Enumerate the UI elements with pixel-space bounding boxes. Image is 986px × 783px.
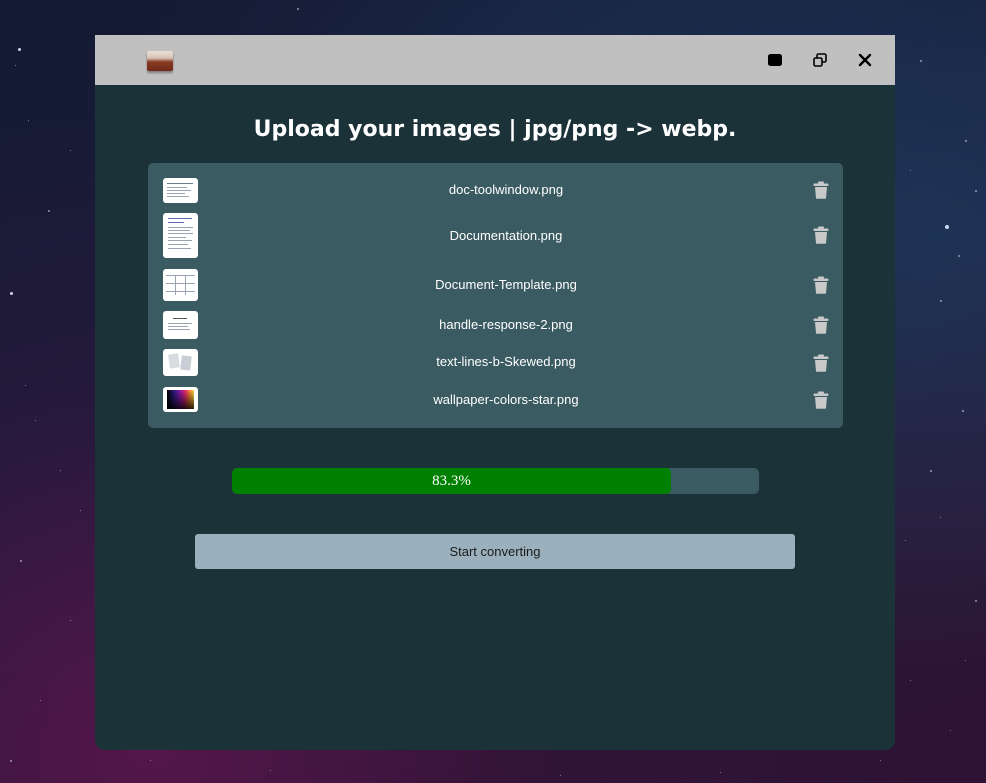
star [962, 410, 964, 412]
restore-button[interactable] [808, 48, 832, 72]
star [150, 760, 151, 761]
star [35, 420, 36, 421]
file-thumbnail-icon [163, 269, 198, 301]
star [910, 170, 911, 171]
trash-icon[interactable] [813, 391, 829, 409]
progress-label: 83.3% [432, 473, 471, 489]
star [965, 140, 967, 142]
star [720, 772, 721, 773]
star [880, 760, 881, 761]
file-name: doc-toolwindow.png [448, 182, 564, 197]
trash-icon[interactable] [813, 276, 829, 294]
star [940, 300, 942, 302]
star [930, 470, 932, 472]
trash-icon[interactable] [813, 316, 829, 334]
file-row: text-lines-b-Skewed.png [148, 349, 843, 376]
file-row: doc-toolwindow.png [148, 178, 843, 203]
file-name: wallpaper-colors-star.png [433, 392, 579, 407]
star [270, 770, 271, 771]
star [950, 730, 951, 731]
star [70, 150, 71, 151]
star [560, 775, 561, 776]
star [60, 470, 61, 471]
star [920, 60, 922, 62]
file-thumbnail-icon [163, 311, 198, 339]
trash-icon[interactable] [813, 354, 829, 372]
color-wallpaper-thumbnail-icon [163, 387, 198, 412]
minimize-icon [768, 54, 782, 66]
start-converting-button[interactable]: Start converting [195, 534, 795, 569]
star [70, 620, 71, 621]
star [940, 517, 941, 518]
file-name: handle-response-2.png [439, 317, 573, 332]
star [15, 65, 16, 66]
trash-icon[interactable] [813, 226, 829, 244]
star [10, 292, 13, 295]
star [28, 120, 29, 121]
star [25, 385, 26, 386]
app-window: Upload your images | jpg/png -> webp. do… [95, 35, 895, 750]
star [80, 510, 81, 511]
file-row: Documentation.png [148, 213, 843, 258]
page-title: Upload your images | jpg/png -> webp. [253, 117, 737, 142]
file-row: handle-response-2.png [148, 311, 843, 339]
star [975, 600, 977, 602]
star [18, 48, 21, 51]
star [910, 680, 911, 681]
restore-icon [813, 53, 827, 67]
file-list: doc-toolwindow.png Documentation.png Doc… [148, 163, 843, 428]
file-thumbnail-icon [163, 349, 198, 376]
title-bar[interactable] [95, 35, 895, 85]
star [297, 8, 299, 10]
close-icon [858, 53, 872, 67]
minimize-button[interactable] [763, 48, 787, 72]
star [48, 210, 50, 212]
file-thumbnail-icon [163, 213, 198, 258]
star [975, 190, 977, 192]
file-row: wallpaper-colors-star.png [148, 387, 843, 412]
star [965, 660, 966, 661]
file-thumbnail-icon [163, 178, 198, 203]
trash-icon[interactable] [813, 181, 829, 199]
app-image-icon [147, 51, 173, 71]
file-name: Documentation.png [449, 228, 563, 243]
star [40, 700, 41, 701]
file-name: text-lines-b-Skewed.png [436, 354, 576, 369]
star [20, 560, 22, 562]
close-button[interactable] [853, 48, 877, 72]
star [10, 760, 12, 762]
file-name: Document-Template.png [435, 277, 577, 292]
file-row: Document-Template.png [148, 269, 843, 301]
progress-bar: 83.3% [232, 468, 759, 494]
star [945, 225, 949, 229]
star [905, 540, 906, 541]
star [958, 255, 960, 257]
